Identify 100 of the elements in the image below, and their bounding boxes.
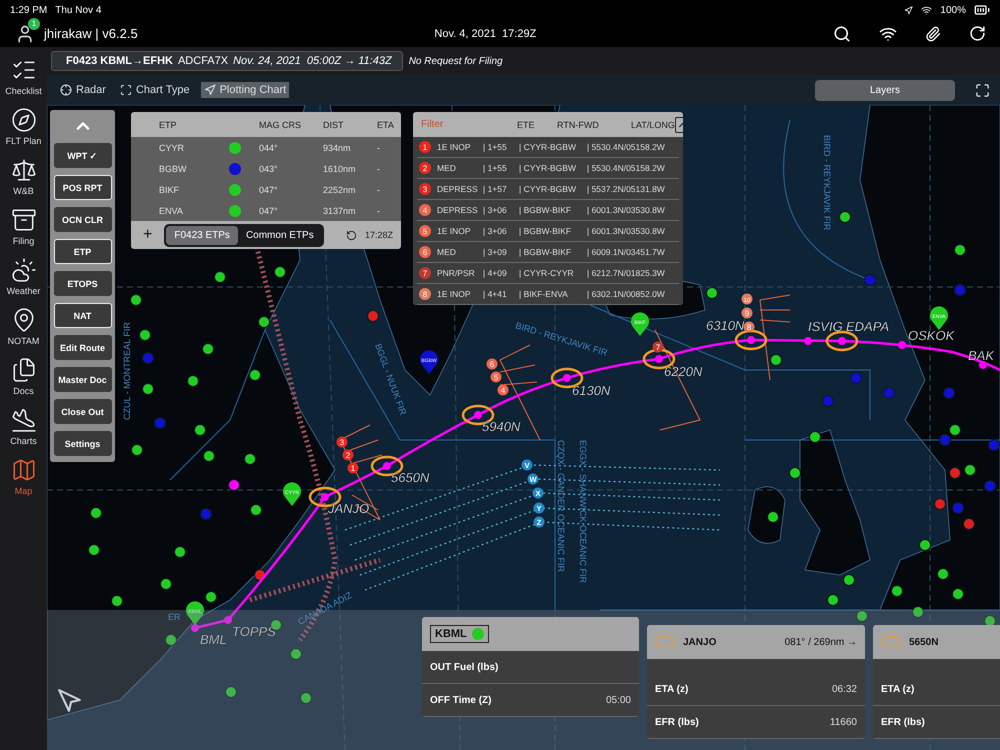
column-header: ETA: [377, 120, 395, 130]
flight-schedule: Nov. 24, 2021 05:00Z → 11:43Z: [233, 55, 392, 67]
airport-dot[interactable]: [789, 467, 801, 479]
menu-button[interactable]: Edit Route: [54, 335, 112, 360]
table-cell-text: | 3+06: [483, 226, 508, 236]
fullscreen-icon[interactable]: [975, 82, 990, 98]
map-icon: [10, 457, 36, 483]
sidebar-item[interactable]: Filing: [0, 207, 47, 246]
airport-dot[interactable]: [934, 498, 946, 510]
sidebar-item[interactable]: NOTAM: [0, 307, 47, 346]
waypoint-dot[interactable]: [898, 341, 906, 349]
waypoint-dot[interactable]: [655, 355, 663, 363]
airport-tag[interactable]: KBML: [430, 625, 489, 643]
sidebar-item[interactable]: W&B: [0, 157, 47, 196]
airport-dot[interactable]: [822, 395, 834, 407]
location-arrow-icon[interactable]: [57, 688, 83, 714]
airport-dot[interactable]: [839, 211, 851, 223]
airport-dot[interactable]: [883, 387, 895, 399]
airport-dot[interactable]: [809, 431, 821, 443]
waypoint-label: 5940N: [482, 419, 520, 434]
menu-button[interactable]: OCN CLR: [54, 207, 112, 232]
paperclip-icon[interactable]: [925, 26, 941, 42]
menu-button[interactable]: ETP: [54, 239, 112, 264]
compass-icon: [10, 107, 36, 133]
waypoint-name: 5650N: [909, 636, 938, 648]
airport-dot[interactable]: [912, 606, 924, 618]
column-header: MAG CRS: [259, 120, 302, 130]
etp-marker[interactable]: 2: [342, 450, 354, 460]
battery-percent: 100%: [940, 4, 966, 16]
menu-button[interactable]: ETOPS: [54, 271, 112, 296]
airport-dot[interactable]: [864, 274, 876, 286]
waypoint-label: OSKOK: [908, 328, 954, 343]
refresh-icon[interactable]: [346, 230, 357, 240]
etp-marker[interactable]: 7: [652, 342, 664, 352]
add-button[interactable]: +: [139, 226, 156, 244]
flight-summary[interactable]: F0423 KBML→EFHK ADCFA7X Nov. 24, 2021 05:00Z → 11:43Z: [51, 51, 403, 71]
waypoint-dot[interactable]: [979, 361, 987, 369]
waypoint-dot[interactable]: [191, 624, 199, 632]
waypoint-ring[interactable]: [826, 330, 858, 352]
segment-button[interactable]: Common ETPs: [238, 226, 322, 244]
menu-button[interactable]: NAT: [54, 303, 112, 328]
sidebar-item[interactable]: Charts: [0, 407, 47, 446]
search-icon[interactable]: [833, 24, 851, 42]
table-cell-text: -: [377, 184, 381, 194]
waypoint-dot[interactable]: [804, 337, 812, 345]
airport-dot[interactable]: [367, 310, 379, 322]
airport-dot[interactable]: [225, 686, 237, 698]
airport-dot[interactable]: [843, 574, 855, 586]
aircraft-id: ADCFA7X: [178, 55, 228, 67]
menu-button[interactable]: POS RPT: [54, 175, 112, 200]
waypoint-dot[interactable]: [321, 493, 329, 501]
segment-button[interactable]: F0423 ETPs: [166, 226, 238, 244]
menu-button[interactable]: Master Doc: [54, 367, 112, 392]
waypoint-ring-icon: [655, 636, 675, 648]
waypoint-dot[interactable]: [747, 336, 755, 344]
waypoint-ring[interactable]: [734, 330, 768, 350]
field-value: 05:00: [606, 694, 631, 706]
airport-dot[interactable]: [770, 354, 782, 366]
waypoint-dot[interactable]: [563, 374, 571, 382]
airport-dot[interactable]: [706, 287, 718, 299]
waypoint-ring-icon: [881, 636, 901, 648]
airport-dot[interactable]: [984, 615, 996, 627]
sidebar-item[interactable]: Weather: [0, 257, 47, 296]
table-cell-text: | 6212.7N/01825.3W: [587, 268, 666, 278]
column-header: RTN-FWD: [557, 120, 600, 130]
frame-icon: [120, 84, 132, 96]
menu-button[interactable]: Close Out: [54, 399, 112, 424]
sidebar-item[interactable]: FLT Plan: [0, 107, 47, 146]
table-cell-text: | CYYR-BGBW: [519, 163, 577, 173]
toolbar-button[interactable]: Chart Type: [116, 82, 193, 98]
waypoint-dot[interactable]: [838, 337, 846, 345]
airport-dot[interactable]: [258, 316, 270, 328]
waypoint-dot[interactable]: [224, 616, 232, 624]
menu-button[interactable]: Settings: [54, 431, 112, 456]
sidebar-item[interactable]: Checklist: [0, 57, 47, 96]
airport-dot[interactable]: [827, 594, 839, 606]
airport-dot[interactable]: [850, 372, 862, 384]
layers-button[interactable]: Layers: [815, 80, 955, 100]
table-cell-text: | 6001.3N/03530.8W: [587, 226, 666, 236]
etp-number: 7: [419, 267, 431, 279]
sidebar-item[interactable]: Docs: [0, 357, 47, 396]
menu-button[interactable]: WPT ✓: [54, 143, 112, 168]
airport-dot[interactable]: [300, 692, 312, 704]
airport-dot[interactable]: [919, 539, 931, 551]
airport-dot[interactable]: [856, 610, 868, 622]
waypoint-label: TOPPS: [232, 624, 276, 639]
waypoint-dot[interactable]: [383, 462, 391, 470]
table-cell-text: BGBW: [159, 164, 188, 174]
toolbar-button[interactable]: Radar: [57, 82, 109, 98]
waypoint-label: BAK: [968, 348, 994, 363]
runway-plane-icon: [10, 407, 36, 433]
notification-badge: 1: [28, 18, 40, 30]
airport-dot[interactable]: [290, 648, 302, 660]
sidebar-item[interactable]: Map: [0, 457, 47, 496]
toolbar-button[interactable]: Plotting Chart: [200, 82, 290, 98]
etp-marker[interactable]: 3: [336, 436, 348, 448]
table-cell-text: MED: [437, 247, 457, 257]
etp-marker[interactable]: 1: [348, 462, 358, 474]
table-cell-text: | 3+09: [483, 247, 508, 257]
waypoint-dot[interactable]: [474, 411, 482, 419]
